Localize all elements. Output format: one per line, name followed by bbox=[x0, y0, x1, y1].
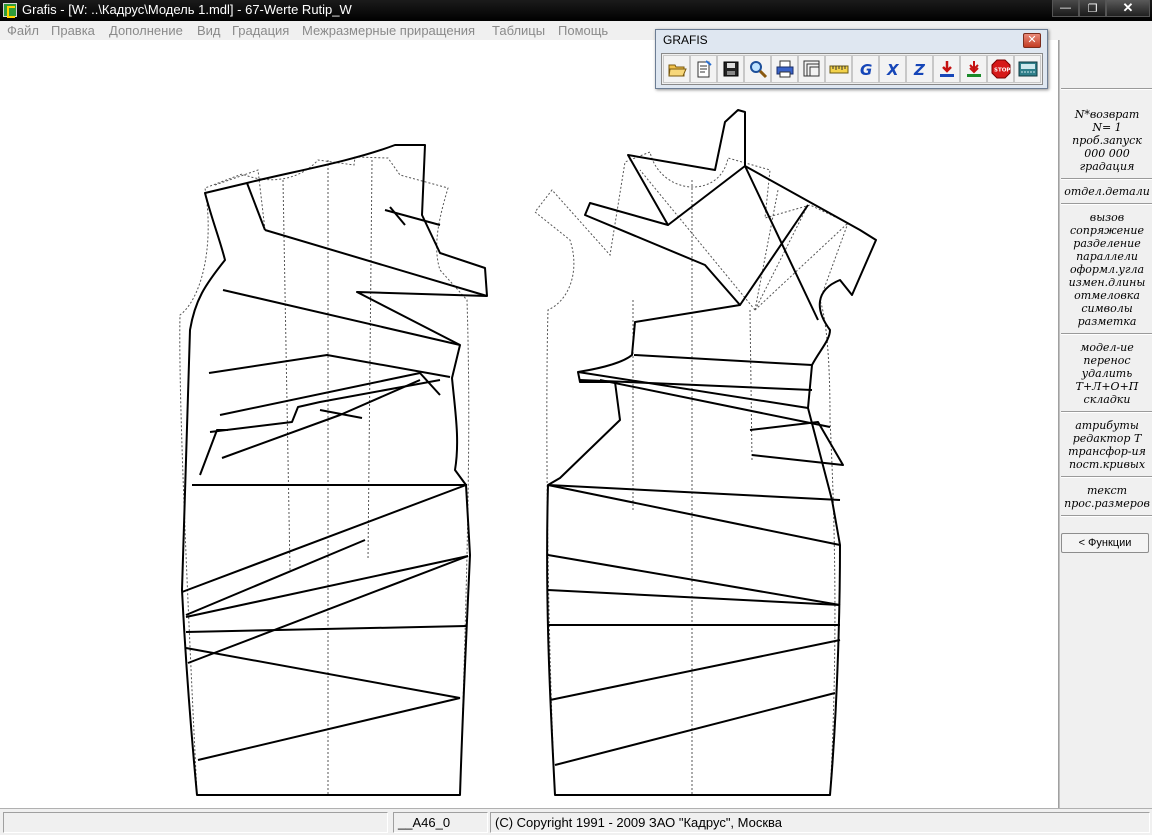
panel-blend[interactable]: сопряжение bbox=[1062, 224, 1152, 237]
save-disk-icon[interactable] bbox=[717, 55, 744, 83]
panel-finish-pieces[interactable]: отдел.детали bbox=[1062, 185, 1152, 198]
toolbar-buttons-row: G X Z STOP bbox=[661, 53, 1043, 85]
panel-text-editor[interactable]: редактор Т bbox=[1062, 432, 1152, 445]
model-solid-lines bbox=[181, 109, 877, 796]
open-folder-icon[interactable] bbox=[663, 55, 690, 83]
panel-separator bbox=[1061, 515, 1152, 517]
panel-call[interactable]: вызов bbox=[1062, 211, 1152, 224]
functions-button[interactable]: < Функции bbox=[1061, 533, 1149, 553]
panel-n-value: N= 1 bbox=[1092, 121, 1122, 134]
window-controls: — ❐ ✕ bbox=[1052, 0, 1150, 18]
status-bar: __A46_0 (C) Copyright 1991 - 2009 ЗАО "К… bbox=[0, 808, 1152, 835]
panel-pleats[interactable]: складки bbox=[1062, 393, 1152, 406]
panel-split[interactable]: разделение bbox=[1062, 237, 1152, 250]
layers-icon[interactable] bbox=[798, 55, 825, 83]
svg-text:X: X bbox=[886, 61, 900, 79]
panel-counter: 000 000 bbox=[1084, 147, 1130, 160]
panel-corner-finish[interactable]: оформл.угла bbox=[1062, 263, 1152, 276]
status-cell-size: __A46_0 bbox=[393, 812, 488, 833]
panel-grading[interactable]: градация bbox=[1062, 160, 1152, 173]
function-side-panel: N*возврат N= 1 проб.запуск 000 000 града… bbox=[1059, 40, 1152, 808]
panel-tlop[interactable]: Т+Л+О+П bbox=[1062, 380, 1152, 393]
panel-text[interactable]: текст bbox=[1062, 484, 1152, 497]
base-block-dotted-lines bbox=[179, 151, 849, 796]
download-double-arrow-icon[interactable] bbox=[960, 55, 987, 83]
panel-separator bbox=[1061, 88, 1152, 90]
edit-document-icon[interactable] bbox=[690, 55, 717, 83]
restore-button[interactable]: ❐ bbox=[1079, 0, 1106, 17]
panel-separator bbox=[1061, 203, 1152, 205]
svg-text:STOP: STOP bbox=[994, 68, 1010, 74]
grafis-x-icon[interactable]: X bbox=[879, 55, 906, 83]
grafis-toolbar-window[interactable]: GRAFIS ✕ G X Z STOP bbox=[655, 29, 1048, 89]
panel-separator bbox=[1061, 476, 1152, 478]
panel-markup[interactable]: разметка bbox=[1062, 315, 1152, 328]
toolbar-close-button[interactable]: ✕ bbox=[1023, 33, 1041, 48]
status-cell-message bbox=[3, 812, 388, 833]
panel-parallels[interactable]: параллели bbox=[1062, 250, 1152, 263]
panel-chalk-marks[interactable]: отмеловка bbox=[1062, 289, 1152, 302]
panel-return-label[interactable]: N*возврат bbox=[1062, 108, 1152, 121]
grafis-g-icon[interactable]: G bbox=[852, 55, 879, 83]
panel-test-run[interactable]: проб.запуск bbox=[1062, 134, 1152, 147]
panel-separator bbox=[1061, 178, 1152, 180]
panel-separator bbox=[1061, 411, 1152, 413]
panel-attributes[interactable]: атрибуты bbox=[1062, 419, 1152, 432]
panel-change-length[interactable]: измен.длины bbox=[1062, 276, 1152, 289]
svg-text:Z: Z bbox=[913, 61, 926, 79]
status-cell-copyright: (C) Copyright 1991 - 2009 ЗАО "Кадрус", … bbox=[490, 812, 1150, 833]
panel-view-sizes[interactable]: прос.размеров bbox=[1062, 497, 1152, 510]
stop-sign-icon[interactable]: STOP bbox=[987, 55, 1014, 83]
panel-separator bbox=[1061, 333, 1152, 335]
close-button[interactable]: ✕ bbox=[1106, 0, 1150, 17]
panel-symbols[interactable]: символы bbox=[1062, 302, 1152, 315]
keyboard-calc-icon[interactable] bbox=[1014, 55, 1041, 83]
ruler-measure-icon[interactable] bbox=[825, 55, 852, 83]
drawing-canvas[interactable] bbox=[0, 40, 1059, 808]
grafis-z-icon[interactable]: Z bbox=[906, 55, 933, 83]
panel-transfer[interactable]: перенос bbox=[1062, 354, 1152, 367]
zoom-magnifier-icon[interactable] bbox=[744, 55, 771, 83]
panel-build-curves[interactable]: пост.кривых bbox=[1062, 458, 1152, 471]
panel-delete[interactable]: удалить bbox=[1062, 367, 1152, 380]
toolbar-title: GRAFIS bbox=[663, 33, 708, 47]
panel-transform[interactable]: трансфор-ия bbox=[1062, 445, 1152, 458]
svg-text:G: G bbox=[860, 61, 872, 79]
download-arrow-icon[interactable] bbox=[933, 55, 960, 83]
print-icon[interactable] bbox=[771, 55, 798, 83]
panel-modeling[interactable]: модел-ие bbox=[1062, 341, 1152, 354]
pattern-drawing bbox=[179, 109, 877, 796]
